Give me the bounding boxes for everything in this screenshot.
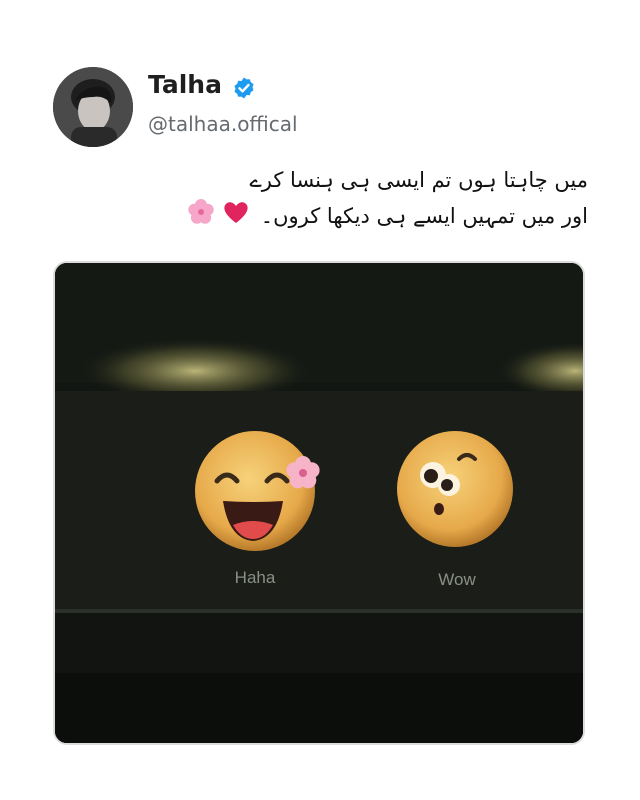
cherry-blossom-icon xyxy=(188,198,215,224)
haha-label: Haha xyxy=(235,568,276,587)
author-handle[interactable]: @talhaa.offical xyxy=(148,112,298,136)
tweet-line-2-text: اور میں تمہیں ایسے ہی دیکھا کروں۔ xyxy=(260,204,588,228)
profile-photo-icon xyxy=(53,67,133,147)
verified-badge-icon xyxy=(234,77,254,99)
tweet-line-2: اور میں تمہیں ایسے ہی دیکھا کروں۔ xyxy=(88,198,588,236)
heart-icon xyxy=(224,201,248,223)
emoji-group xyxy=(187,198,250,236)
tweet-text: میں چاہتا ہوں تم ایسی ہی ہنسا کرے اور می… xyxy=(88,162,588,236)
tweet-media-image[interactable]: Haha Wow xyxy=(53,261,585,745)
reaction-screenshot: Haha Wow xyxy=(55,263,583,743)
wow-label: Wow xyxy=(438,570,476,589)
surprised-face-icon xyxy=(397,431,513,547)
author-name[interactable]: Talha xyxy=(148,70,222,99)
tweet-line-1: میں چاہتا ہوں تم ایسی ہی ہنسا کرے xyxy=(249,168,588,192)
avatar[interactable] xyxy=(53,67,133,147)
